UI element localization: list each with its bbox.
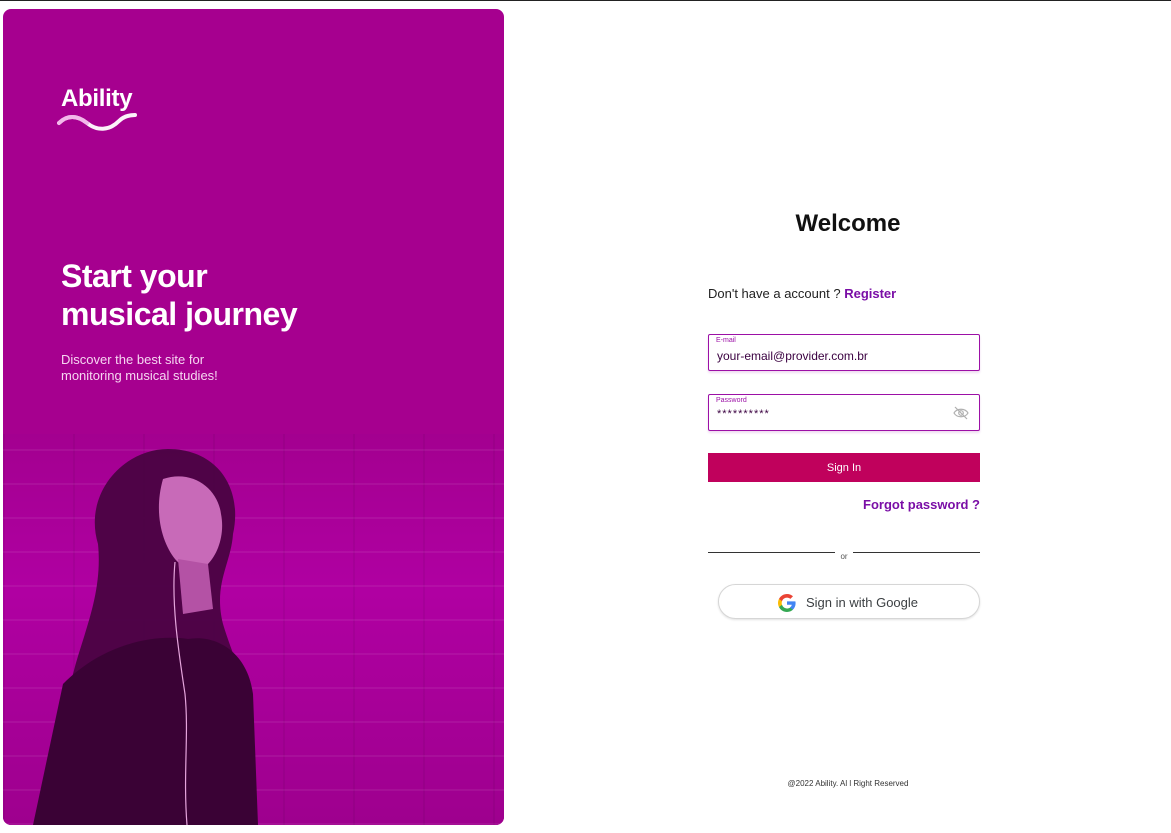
hero-title-line-2: musical journey <box>61 296 298 332</box>
password-input[interactable] <box>717 405 947 423</box>
hero-subtitle: Discover the best site for monitoring mu… <box>61 352 321 384</box>
sign-in-button[interactable]: Sign In <box>708 453 980 482</box>
email-label: E-mail <box>716 337 736 344</box>
google-sign-in-button[interactable]: Sign in with Google <box>718 584 980 619</box>
hero-subtitle-line-1: Discover the best site for <box>61 352 205 367</box>
password-field[interactable]: Password <box>708 394 980 431</box>
logo-text: Ability <box>61 85 133 112</box>
no-account-text: Don't have a account ? <box>708 286 841 301</box>
wave-icon <box>57 113 137 131</box>
google-button-label: Sign in with Google <box>806 595 919 610</box>
email-input[interactable] <box>717 347 947 365</box>
hero-panel: Ability Start your musical journey Disco… <box>3 9 504 825</box>
footer-copyright: @2022 Ability. Al l Right Reserved <box>787 779 909 788</box>
hero-title-line-1: Start your <box>61 258 208 294</box>
forgot-password-link[interactable]: Forgot password ? <box>708 497 980 512</box>
eye-off-icon[interactable] <box>953 406 969 420</box>
top-border <box>0 0 1171 1</box>
register-prompt: Don't have a account ? Register <box>708 286 896 301</box>
password-label: Password <box>716 397 747 404</box>
register-link[interactable]: Register <box>844 286 896 301</box>
hero-title: Start your musical journey <box>61 257 461 333</box>
ability-logo[interactable]: Ability <box>57 85 147 135</box>
email-field[interactable]: E-mail <box>708 334 980 371</box>
hero-subtitle-line-2: monitoring musical studies! <box>61 368 218 383</box>
google-icon <box>778 594 796 612</box>
welcome-heading: Welcome <box>795 210 901 237</box>
or-separator: or <box>835 552 853 561</box>
hero-photo <box>3 434 504 825</box>
